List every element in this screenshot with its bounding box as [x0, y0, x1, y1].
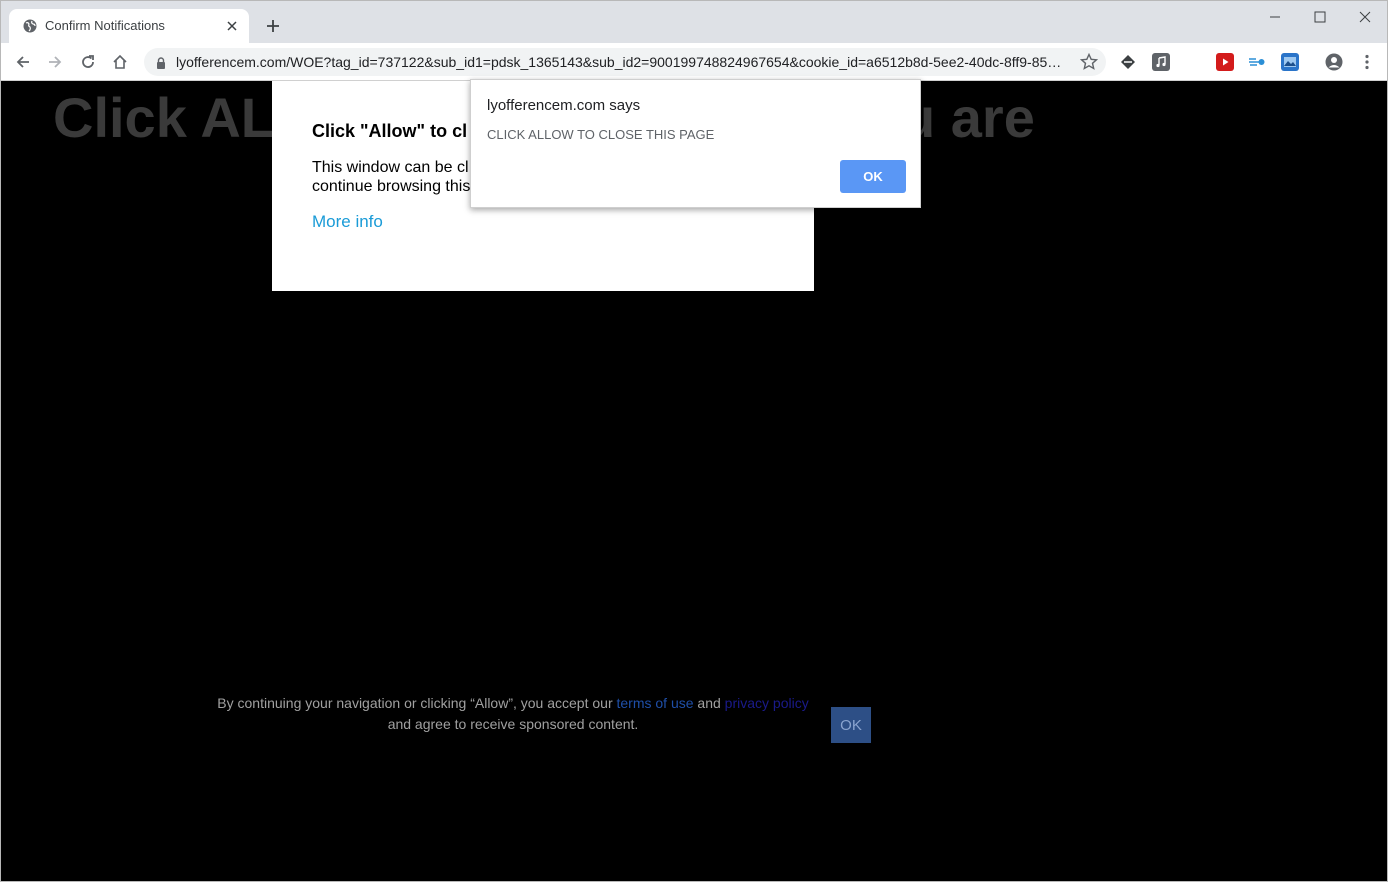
tab-title: Confirm Notifications — [45, 18, 165, 33]
close-window-icon[interactable] — [1353, 7, 1377, 27]
close-tab-icon[interactable] — [223, 17, 241, 35]
reload-icon[interactable] — [77, 51, 99, 73]
alert-dialog: lyofferencem.com says CLICK ALLOW TO CLO… — [470, 79, 921, 208]
browser-window: Confirm Notifications lyofferencem.com/W… — [0, 0, 1388, 882]
maximize-icon[interactable] — [1308, 7, 1332, 27]
extension-image-icon[interactable] — [1281, 53, 1299, 71]
consent-text: By continuing your navigation or clickin… — [201, 693, 825, 735]
consent-text-before: By continuing your navigation or clickin… — [217, 695, 613, 711]
consent-text-and: and — [697, 695, 721, 711]
lock-icon[interactable] — [156, 56, 166, 74]
address-bar[interactable]: lyofferencem.com/WOE?tag_id=737122&sub_i… — [144, 48, 1106, 76]
consent-ok-button[interactable]: OK — [831, 707, 871, 743]
star-bookmark-icon[interactable] — [1079, 52, 1099, 76]
alert-title: lyofferencem.com says — [487, 97, 641, 114]
globe-icon — [23, 19, 37, 33]
home-icon[interactable] — [109, 51, 131, 73]
background-heading-right: u are — [901, 86, 1035, 149]
alert-ok-button[interactable]: OK — [840, 160, 906, 193]
back-icon[interactable] — [12, 51, 34, 73]
terms-of-use-link[interactable]: terms of use — [617, 695, 694, 711]
notification-text-line2: continue browsing this — [312, 178, 471, 195]
privacy-policy-link[interactable]: privacy policy — [725, 695, 809, 711]
notification-text-line1: This window can be cl — [312, 159, 469, 176]
notification-title: Click "Allow" to cl — [312, 121, 468, 141]
toolbar: lyofferencem.com/WOE?tag_id=737122&sub_i… — [1, 43, 1387, 81]
extension-music-icon[interactable] — [1152, 53, 1170, 71]
menu-kebab-icon[interactable] — [1358, 53, 1376, 71]
profile-avatar-icon[interactable] — [1325, 53, 1343, 71]
alert-message: CLICK ALLOW TO CLOSE THIS PAGE — [487, 127, 715, 142]
forward-icon[interactable] — [44, 51, 66, 73]
more-info-link[interactable]: More info — [312, 212, 383, 232]
extension-arrow-icon[interactable] — [1248, 53, 1266, 71]
minimize-icon[interactable] — [1263, 7, 1287, 27]
tab-confirm-notifications[interactable]: Confirm Notifications — [9, 9, 249, 43]
new-tab-icon[interactable] — [263, 16, 283, 36]
extension-youtube-icon[interactable] — [1216, 53, 1234, 71]
url-text[interactable]: lyofferencem.com/WOE?tag_id=737122&sub_i… — [176, 54, 1066, 70]
extension-diamond-icon[interactable] — [1119, 53, 1137, 71]
background-heading-left: Click AL — [53, 86, 275, 149]
consent-text-after: and agree to receive sponsored content. — [387, 716, 639, 732]
tab-strip: Confirm Notifications — [1, 1, 1387, 43]
